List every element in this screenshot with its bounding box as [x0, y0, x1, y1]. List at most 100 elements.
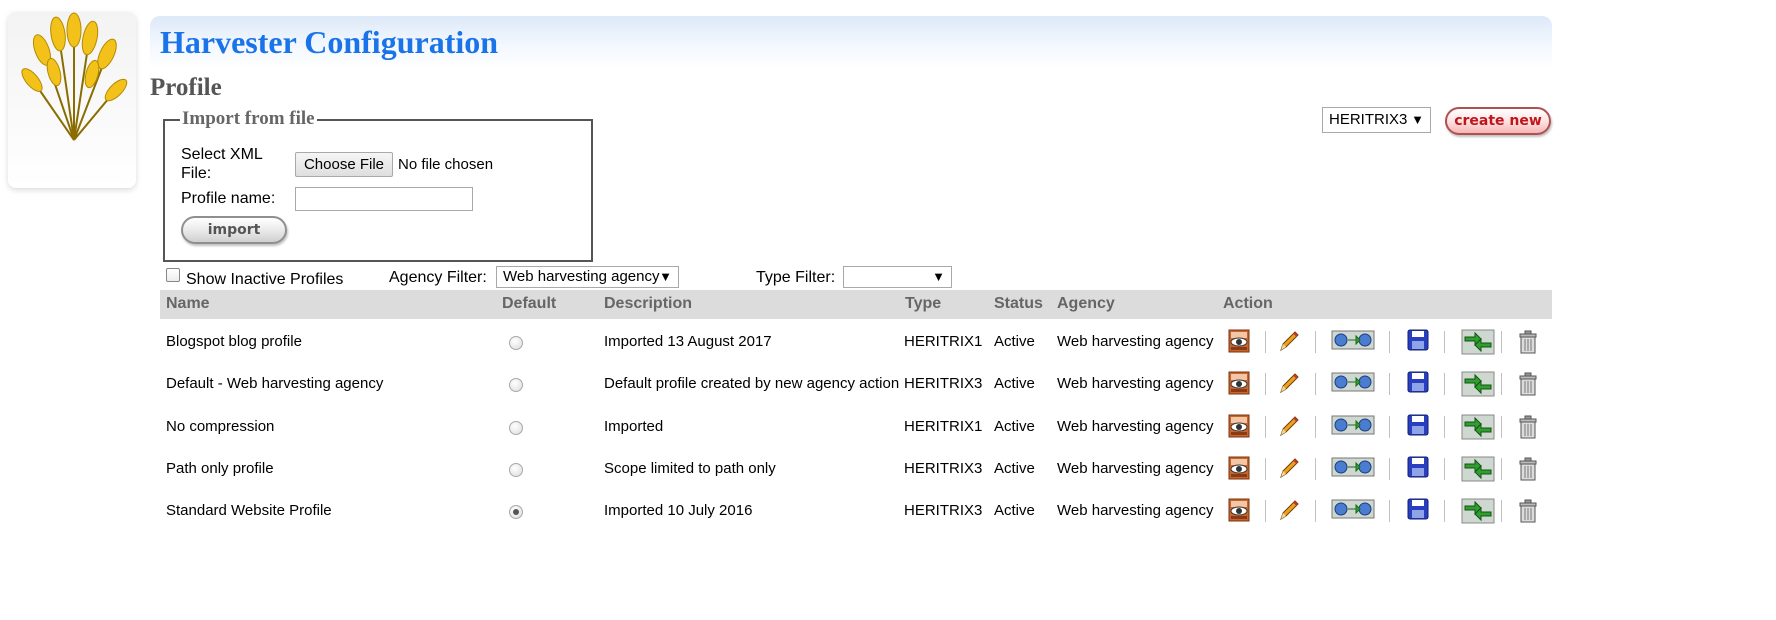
- cell-name: No compression: [166, 418, 275, 435]
- transfer-icon[interactable]: [1461, 498, 1495, 529]
- default-radio[interactable]: [509, 378, 523, 392]
- save-icon[interactable]: [1407, 329, 1429, 356]
- edit-icon[interactable]: [1277, 456, 1301, 485]
- action-separator: [1265, 500, 1266, 522]
- type-filter-label: Type Filter:: [756, 269, 836, 286]
- profile-type-select[interactable]: HERITRIX3 ▼: [1322, 107, 1431, 133]
- action-separator: [1501, 331, 1502, 353]
- column-header-description[interactable]: Description: [604, 295, 692, 313]
- column-header-status[interactable]: Status: [994, 295, 1043, 313]
- edit-icon[interactable]: [1277, 498, 1301, 527]
- action-separator: [1389, 373, 1390, 395]
- cell-type: HERITRIX1: [904, 333, 983, 350]
- cell-agency: Web harvesting agency: [1057, 333, 1214, 350]
- table-header: [160, 290, 1552, 319]
- action-separator: [1315, 500, 1316, 522]
- action-separator: [1389, 458, 1390, 480]
- cell-status: Active: [994, 333, 1035, 350]
- edit-icon[interactable]: [1277, 414, 1301, 443]
- cell-agency: Web harvesting agency: [1057, 418, 1214, 435]
- column-header-name[interactable]: Name: [166, 295, 210, 313]
- cell-name: Blogspot blog profile: [166, 333, 302, 350]
- app-title: Harvester Configuration: [160, 24, 499, 60]
- transfer-icon[interactable]: [1461, 414, 1495, 445]
- cell-type: HERITRIX3: [904, 375, 983, 392]
- action-separator: [1389, 500, 1390, 522]
- view-icon[interactable]: [1228, 414, 1250, 443]
- show-inactive-label: Show Inactive Profiles: [186, 271, 344, 288]
- chevron-down-icon: ▼: [1411, 112, 1424, 127]
- type-filter-select[interactable]: ▼: [843, 266, 952, 288]
- wheat-logo-icon: [21, 12, 128, 141]
- view-icon[interactable]: [1228, 498, 1250, 527]
- copy-icon[interactable]: [1331, 498, 1375, 525]
- action-separator: [1315, 373, 1316, 395]
- profile-name-input[interactable]: [295, 187, 473, 211]
- default-radio[interactable]: [509, 463, 523, 477]
- chevron-down-icon: ▼: [659, 269, 672, 284]
- copy-icon[interactable]: [1331, 329, 1375, 356]
- default-radio[interactable]: [509, 421, 523, 435]
- copy-icon[interactable]: [1331, 414, 1375, 441]
- default-radio-selected[interactable]: [509, 505, 523, 519]
- action-separator: [1444, 373, 1445, 395]
- cell-agency: Web harvesting agency: [1057, 502, 1214, 519]
- column-header-type[interactable]: Type: [905, 295, 941, 313]
- cell-description: Imported 10 July 2016: [604, 502, 753, 519]
- cell-agency: Web harvesting agency: [1057, 375, 1214, 392]
- action-separator: [1501, 416, 1502, 438]
- delete-icon[interactable]: [1518, 371, 1538, 402]
- edit-icon[interactable]: [1277, 371, 1301, 400]
- profile-name-label: Profile name:: [181, 190, 276, 207]
- page-title: Profile: [150, 74, 222, 101]
- action-separator: [1265, 458, 1266, 480]
- copy-icon[interactable]: [1331, 456, 1375, 483]
- cell-status: Active: [994, 375, 1035, 392]
- save-icon[interactable]: [1407, 456, 1429, 483]
- select-xml-label-line1: Select XML: [181, 146, 263, 163]
- action-separator: [1389, 416, 1390, 438]
- delete-icon[interactable]: [1518, 414, 1538, 445]
- save-icon[interactable]: [1407, 498, 1429, 525]
- view-icon[interactable]: [1228, 329, 1250, 358]
- delete-icon[interactable]: [1518, 329, 1538, 360]
- chevron-down-icon: ▼: [932, 269, 945, 284]
- radio-dot: [513, 509, 519, 515]
- transfer-icon[interactable]: [1461, 329, 1495, 360]
- show-inactive-checkbox[interactable]: [166, 268, 180, 282]
- cell-name: Default - Web harvesting agency: [166, 375, 384, 392]
- agency-filter-label: Agency Filter:: [389, 269, 487, 286]
- column-header-action: Action: [1223, 295, 1273, 312]
- copy-icon[interactable]: [1331, 371, 1375, 398]
- transfer-icon[interactable]: [1461, 456, 1495, 487]
- column-header-default[interactable]: Default: [502, 295, 556, 313]
- edit-icon[interactable]: [1277, 329, 1301, 358]
- view-icon[interactable]: [1228, 456, 1250, 485]
- cell-agency: Web harvesting agency: [1057, 460, 1214, 477]
- select-xml-label-line2: File:: [181, 165, 212, 182]
- header-banner: Harvester Configuration: [150, 16, 1552, 70]
- action-separator: [1265, 416, 1266, 438]
- action-separator: [1444, 331, 1445, 353]
- cell-name: Standard Website Profile: [166, 502, 332, 519]
- transfer-icon[interactable]: [1461, 371, 1495, 402]
- column-header-agency: Agency: [1057, 295, 1115, 312]
- choose-file-button[interactable]: Choose File: [295, 152, 393, 177]
- action-separator: [1389, 331, 1390, 353]
- action-separator: [1444, 458, 1445, 480]
- delete-icon[interactable]: [1518, 498, 1538, 529]
- save-icon[interactable]: [1407, 371, 1429, 398]
- view-icon[interactable]: [1228, 371, 1250, 400]
- create-new-button[interactable]: create new: [1445, 107, 1551, 135]
- action-separator: [1265, 331, 1266, 353]
- cell-name: Path only profile: [166, 460, 274, 477]
- cell-status: Active: [994, 418, 1035, 435]
- agency-filter-select[interactable]: Web harvesting agency ▼: [496, 266, 679, 288]
- import-button[interactable]: import: [181, 216, 287, 244]
- save-icon[interactable]: [1407, 414, 1429, 441]
- delete-icon[interactable]: [1518, 456, 1538, 487]
- import-legend: Import from file: [180, 108, 317, 130]
- profile-type-select-value: HERITRIX3: [1329, 111, 1408, 128]
- cell-status: Active: [994, 460, 1035, 477]
- default-radio[interactable]: [509, 336, 523, 350]
